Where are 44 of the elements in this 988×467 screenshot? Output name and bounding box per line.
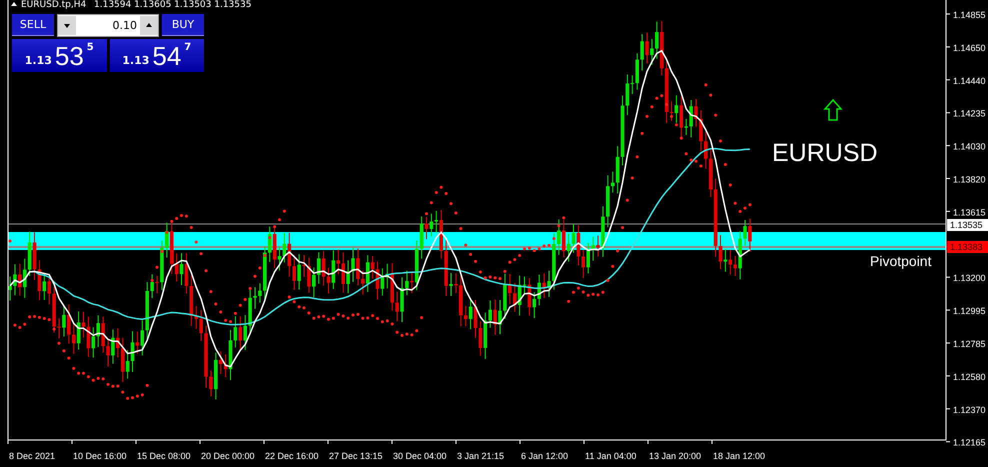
time-axis-label: 18 Jan 12:00 [713,451,766,461]
price-axis-label: 1.14855 [953,10,986,20]
collapse-triangle-icon [11,2,17,6]
increase-lot-icon[interactable] [140,16,158,35]
time-axis-label: 11 Jan 04:00 [585,451,636,461]
price-axis-label: 1.12785 [953,339,986,349]
price-fraction: 7 [184,42,192,53]
price-axis-label: 1.14235 [953,108,986,119]
pivot-line-label: Pivotpoint [870,253,932,269]
price-axis-label: 1.12995 [953,306,986,316]
price-prefix: 1.13 [122,54,150,67]
time-axis-label: 30 Dec 04:00 [393,451,447,461]
price-axis-label: 1.12165 [953,438,986,448]
price-axis-label: 1.14650 [953,42,986,53]
price-axis-label: 1.14030 [953,142,986,152]
up-arrow-icon [823,98,843,121]
time-axis-label: 3 Jan 21:15 [457,451,504,461]
time-axis-label: 15 Dec 08:00 [137,451,191,461]
price-axis-label: 1.14440 [953,76,986,86]
time-axis-label: 10 Dec 16:00 [73,451,127,461]
decrease-lot-icon[interactable] [58,16,76,35]
pivot-price-label: 1.13383 [947,241,988,253]
time-axis-label: 13 Jan 20:00 [649,451,702,461]
time-axis-label: 20 Dec 00:00 [201,451,255,461]
price-axis-label: 1.13615 [953,207,986,218]
chart-quotes: 1.13594 1.13605 1.13503 1.13535 [94,0,252,10]
current-price-label: 1.13535 [947,219,988,231]
price-axis-label: 1.12370 [953,404,986,415]
symbol-overlay: EURUSD [772,139,878,167]
time-axis-label: 6 Jan 12:00 [521,451,568,461]
price-prefix: 1.13 [24,54,52,67]
time-axis-label: 8 Dec 2021 [9,451,56,461]
price-fraction: 5 [86,42,94,53]
buy-button[interactable]: BUY [162,14,204,36]
sell-button[interactable]: SELL [12,14,54,36]
price-pips: 54 [152,42,182,70]
time-axis-label: 22 Dec 16:00 [265,451,319,461]
price-axis-label: 1.13200 [953,273,986,284]
price-axis-label: 1.13820 [953,174,986,184]
time-axis-label: 27 Dec 13:15 [329,451,383,461]
chart-symbol-title: EURUSD.tp,H4 [21,0,86,10]
lot-size-field[interactable]: 0.10 [57,14,159,37]
price-pips: 53 [54,42,84,70]
price-axis-label: 1.12580 [953,372,986,382]
